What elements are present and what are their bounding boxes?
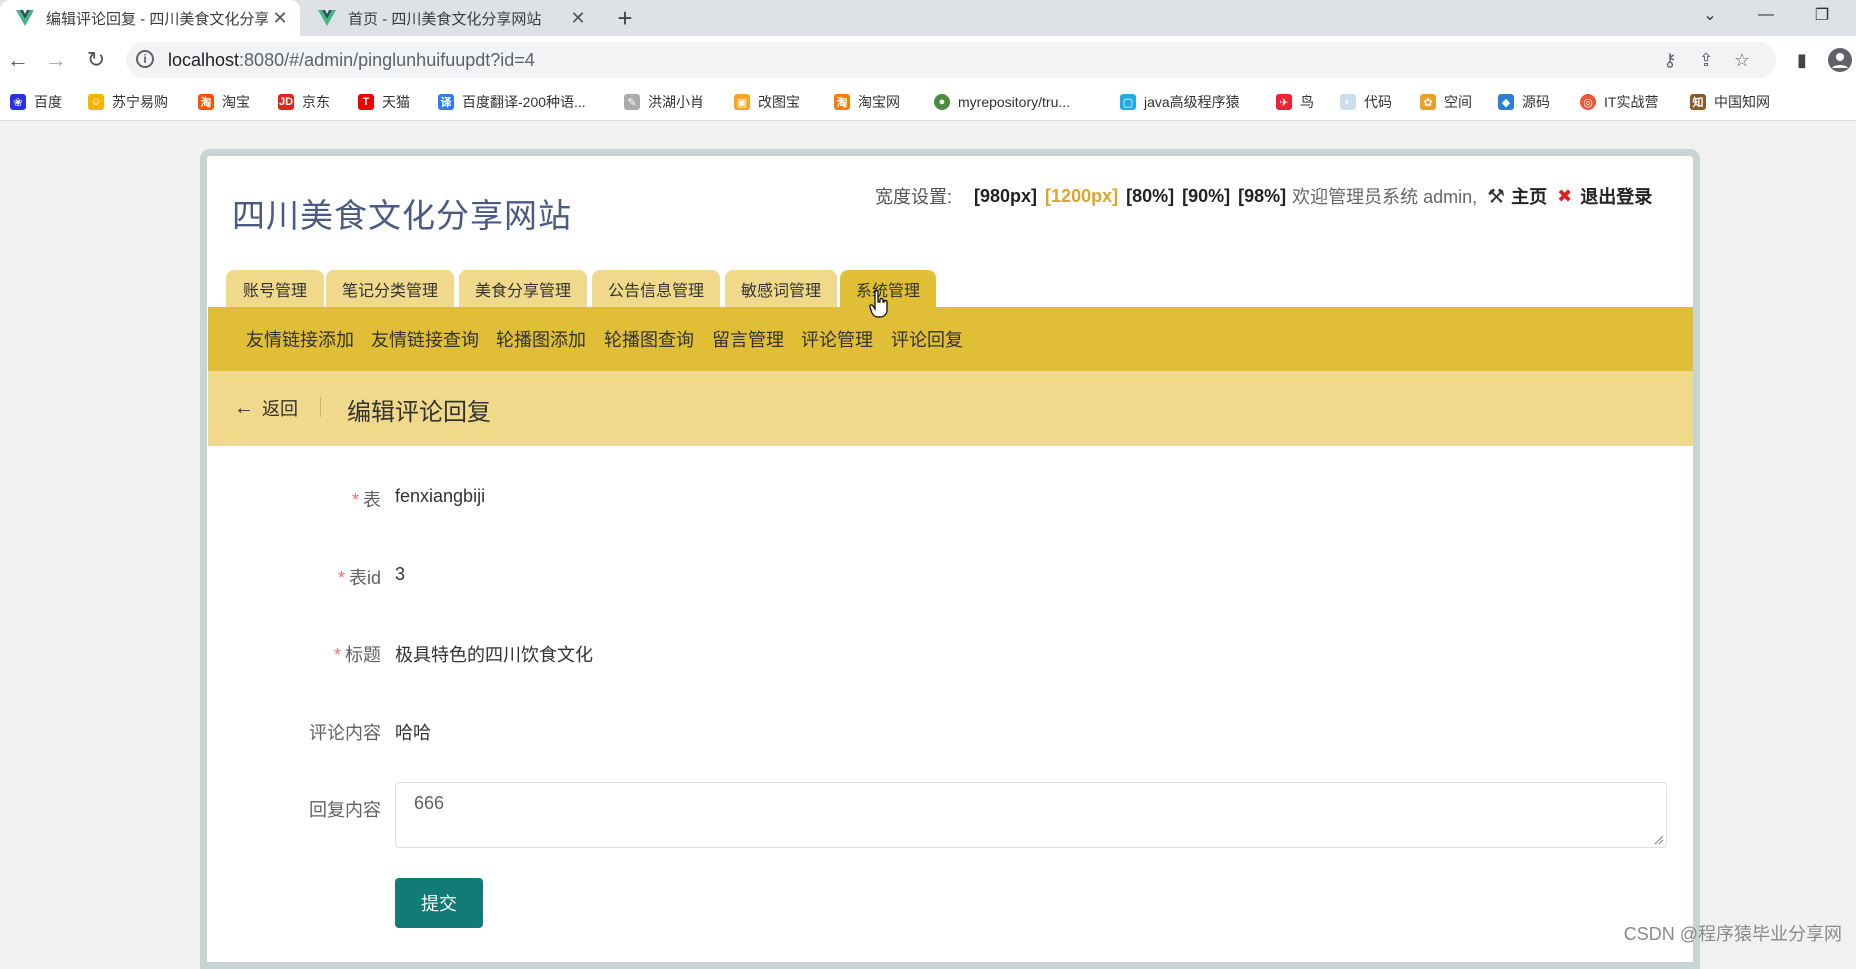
home-link[interactable]: 主页 — [1511, 183, 1547, 209]
field-label-title: * 标题 — [334, 641, 381, 667]
bird-icon: ✈ — [1276, 94, 1292, 110]
submit-button[interactable]: 提交 — [395, 878, 483, 928]
bookmark-label: 改图宝 — [758, 94, 800, 110]
header-controls: 宽度设置: [980px] [1200px] [80%] [90%] [98%]… — [875, 183, 1652, 209]
bookmark-star-icon[interactable]: ☆ — [1730, 48, 1754, 72]
bookmark-item[interactable]: 知中国知网 — [1690, 92, 1770, 112]
nav-tab-announcement[interactable]: 公告信息管理 — [592, 270, 720, 308]
close-tab-icon[interactable]: ✕ — [566, 6, 590, 30]
width-option-80[interactable]: [80%] — [1126, 186, 1174, 207]
new-tab-button[interactable]: + — [610, 3, 640, 33]
side-panel-icon[interactable]: ▮ — [1786, 44, 1818, 76]
bookmark-item[interactable]: ◎ IT实战营 — [1580, 92, 1658, 112]
bookmark-label: myrepository/tru... — [958, 94, 1071, 110]
bookmark-label: 淘宝网 — [858, 94, 900, 110]
bookmark-item[interactable]: 淘淘宝网 — [834, 92, 900, 112]
reply-text: 666 — [414, 793, 445, 813]
field-label-comment: 评论内容 — [309, 719, 381, 745]
bookmark-item[interactable]: ✿ 空间 — [1420, 92, 1472, 112]
label-text: 回复内容 — [309, 800, 381, 820]
subnav-comment-manage[interactable]: 评论管理 — [801, 326, 873, 352]
taobao-icon: 淘 — [834, 94, 850, 110]
chrome-icon: ● — [934, 94, 950, 110]
field-label-table-id: * 表id — [338, 564, 381, 590]
bookmark-label: 源码 — [1522, 94, 1550, 110]
label-text: 评论内容 — [309, 723, 381, 743]
label-text: 标题 — [345, 645, 381, 665]
subnav-comment-reply[interactable]: 评论回复 — [891, 326, 963, 352]
field-label-reply: 回复内容 — [309, 796, 381, 822]
reply-textarea[interactable]: 666 — [395, 782, 1667, 848]
key-icon[interactable]: ⚷ — [1658, 48, 1682, 72]
code-icon: ◐ — [1340, 94, 1356, 110]
width-setting-label: 宽度设置: — [875, 187, 953, 207]
source-code-icon: ◆ — [1498, 94, 1514, 110]
sub-nav: 友情链接添加 友情链接查询 轮播图添加 轮播图查询 留言管理 评论管理 评论回复 — [208, 307, 1693, 371]
bird-figure-icon: ✎ — [624, 94, 640, 110]
bookmark-label: 鸟 — [1300, 94, 1314, 110]
subnav-carousel-query[interactable]: 轮播图查询 — [604, 326, 694, 352]
mouse-pointer-icon — [869, 290, 888, 318]
logout-link[interactable]: 退出登录 — [1580, 183, 1652, 209]
bookmark-label: 百度翻译-200种语... — [462, 94, 586, 110]
bookmark-item[interactable]: 译百度翻译-200种语... — [438, 92, 586, 112]
bookmark-label: IT实战营 — [1604, 94, 1659, 110]
field-value-table: fenxiangbiji — [395, 486, 486, 506]
watermark: CSDN @程序猿毕业分享网 — [1623, 924, 1842, 944]
bookmark-label: 代码 — [1364, 94, 1392, 110]
bookmark-item[interactable]: ● myrepository/tru... — [934, 92, 1070, 112]
restore-icon[interactable]: ❐ — [1796, 0, 1848, 30]
bookmark-label: java高级程序猿 — [1144, 94, 1240, 110]
edit-form: * 表 * 表id * 标题 评论内容 回复内容 — [0, 0, 381, 952]
width-option-90[interactable]: [90%] — [1182, 186, 1230, 207]
width-option-980[interactable]: [980px] — [974, 186, 1037, 207]
bookmark-item[interactable]: ◆ 源码 — [1498, 92, 1550, 112]
space-icon: ✿ — [1420, 94, 1436, 110]
bookmark-item[interactable]: ◐ 代码 — [1340, 92, 1392, 112]
resize-grip-icon[interactable] — [1654, 835, 1664, 845]
bookmark-label: 洪湖小肖 — [648, 94, 704, 110]
minimize-icon[interactable]: — — [1740, 0, 1792, 30]
width-option-1200[interactable]: [1200px] — [1045, 186, 1118, 207]
width-option-98[interactable]: [98%] — [1238, 186, 1286, 207]
bookmark-label: 天猫 — [382, 94, 410, 110]
tools-icon: ⚒ — [1487, 185, 1506, 208]
bookmark-label: 空间 — [1444, 94, 1472, 110]
profile-avatar-icon[interactable] — [1824, 44, 1856, 76]
subnav-link-query[interactable]: 友情链接查询 — [371, 326, 479, 352]
required-mark: * — [337, 568, 345, 588]
subnav-message-manage[interactable]: 留言管理 — [712, 326, 784, 352]
bilibili-icon: ▢ — [1120, 94, 1136, 110]
label-text: 表 — [363, 490, 381, 510]
share-icon[interactable]: ⇪ — [1694, 48, 1718, 72]
translate-icon: 译 — [438, 94, 454, 110]
close-x-icon: ✖ — [1557, 185, 1573, 206]
page-header: ← 返回 编辑评论回复 — [208, 371, 1693, 446]
cnki-icon: 知 — [1690, 94, 1706, 110]
field-label-table: * 表 — [352, 486, 381, 512]
welcome-text: 欢迎管理员系统 admin, — [1292, 187, 1478, 207]
field-value-title: 极具特色的四川饮食文化 — [395, 645, 593, 665]
required-mark: * — [351, 490, 359, 510]
required-mark: * — [333, 645, 341, 665]
bookmark-item[interactable]: ✈ 鸟 — [1276, 92, 1314, 112]
label-text: 表id — [348, 568, 381, 588]
it-camp-icon: ◎ — [1580, 94, 1596, 110]
nav-tab-sensitive-words[interactable]: 敏感词管理 — [725, 270, 837, 308]
field-value-comment: 哈哈 — [395, 723, 431, 743]
field-value-table-id: 3 — [395, 564, 406, 584]
bookmark-item[interactable]: ▢ java高级程序猿 — [1120, 92, 1240, 112]
bookmark-label: 中国知网 — [1714, 94, 1770, 110]
tab-search-icon[interactable]: ⌄ — [1684, 0, 1736, 30]
bookmark-item[interactable]: ▣ 改图宝 — [734, 92, 800, 112]
bookmark-item[interactable]: ✎ 洪湖小肖 — [624, 92, 704, 112]
gaitubao-icon: ▣ — [734, 94, 750, 110]
subnav-carousel-add[interactable]: 轮播图添加 — [496, 326, 586, 352]
nav-tab-food-share[interactable]: 美食分享管理 — [459, 270, 587, 308]
